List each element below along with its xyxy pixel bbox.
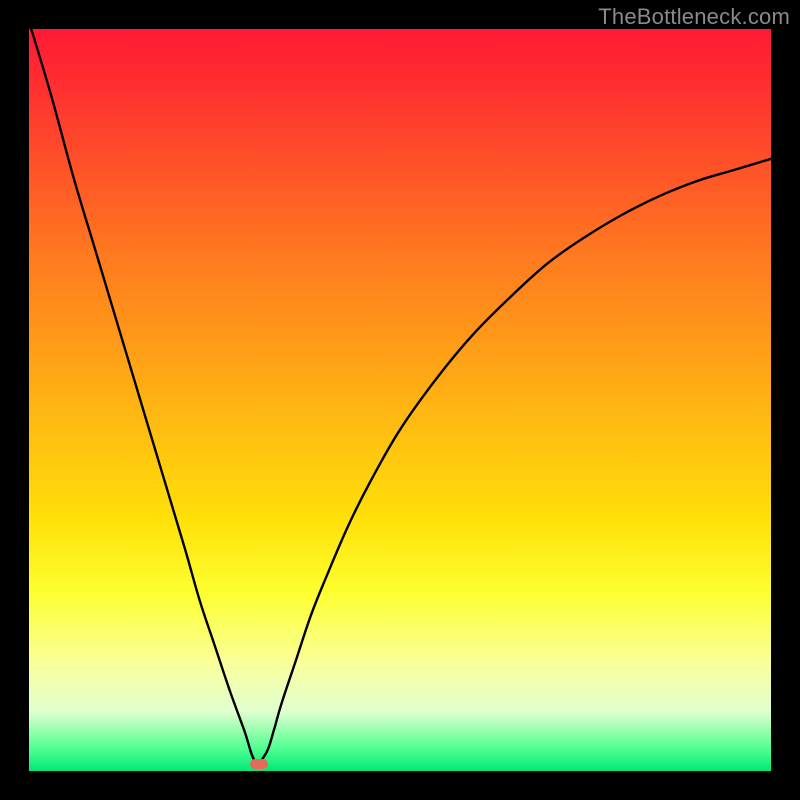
chart-curve-svg (29, 29, 771, 771)
chart-plot-area (29, 29, 771, 771)
chart-curve-path (29, 29, 771, 763)
chart-minimum-marker (250, 759, 268, 769)
watermark-label: TheBottleneck.com (598, 4, 790, 30)
